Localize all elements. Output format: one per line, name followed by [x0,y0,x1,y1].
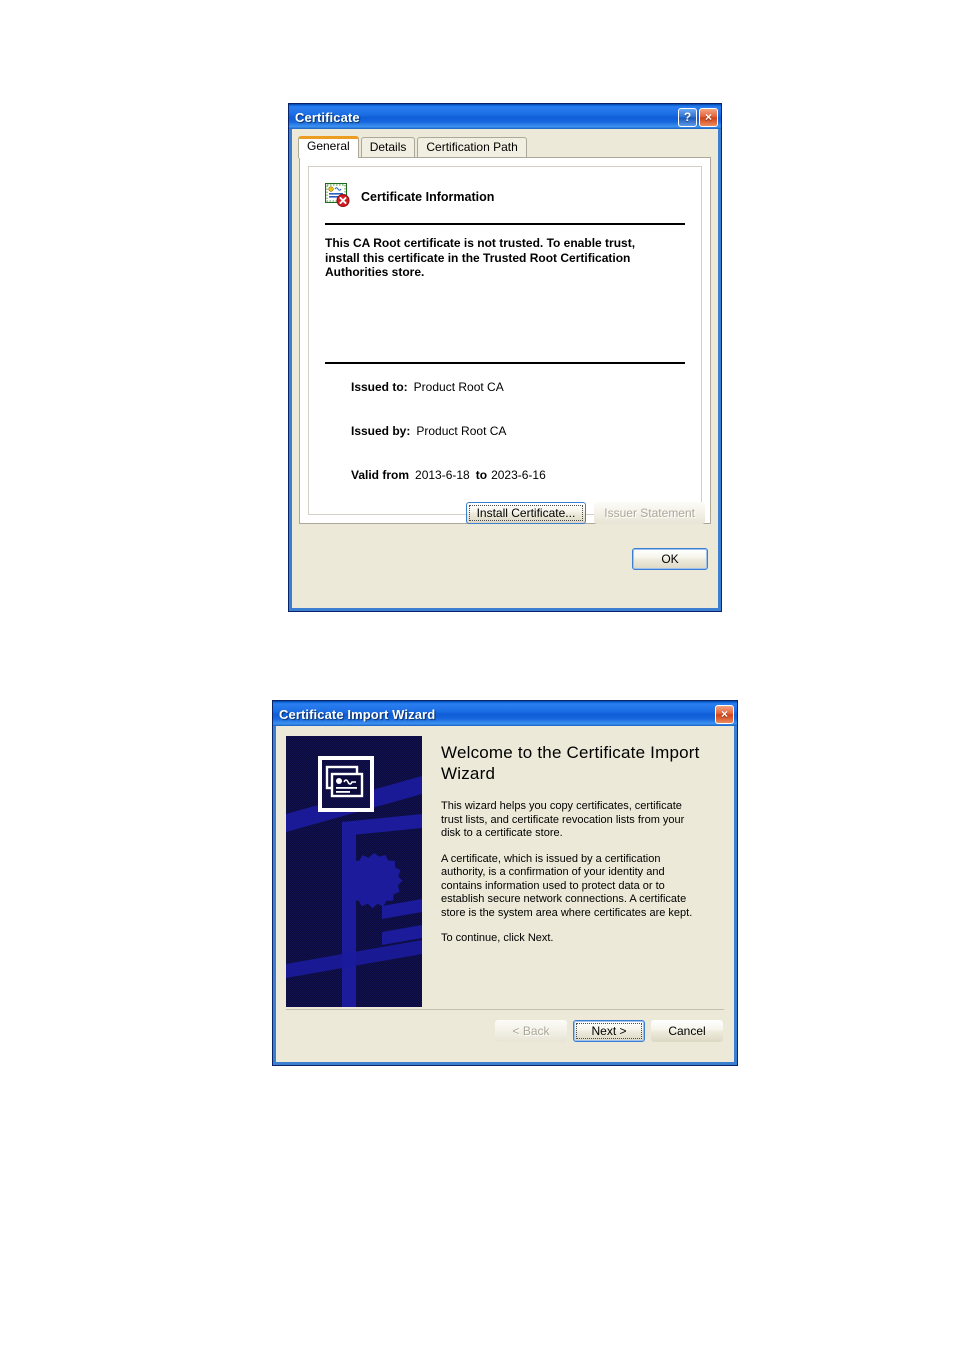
valid-from-row: Valid from 2013-6-18 to 2023-6-16 [351,468,685,482]
tab-general[interactable]: General [298,136,359,158]
issuer-statement-button: Issuer Statement [594,502,705,524]
wizard-body: Welcome to the Certificate Import Wizard… [276,726,734,1009]
close-icon[interactable]: × [699,107,718,127]
window-controls: ? × [678,107,718,127]
certificate-info-box: Certificate Information This CA Root cer… [308,166,702,515]
certificate-dialog-titlebar[interactable]: Certificate ? × [289,104,721,129]
wizard-paragraph-3: To continue, click Next. [441,932,554,944]
install-certificate-button[interactable]: Install Certificate... [465,502,587,524]
cancel-button[interactable]: Cancel [651,1020,723,1042]
certificate-fields-divider [325,361,685,364]
tab-details[interactable]: Details [360,137,416,157]
close-glyph: × [720,707,728,721]
issued-to-row: Issued to: Product Root CA [351,380,685,394]
certificate-info-header: Certificate Information [325,181,685,213]
certificate-wizard-watermark [286,736,422,1007]
issued-by-row: Issued by: Product Root CA [351,424,685,438]
certificate-trust-warning: This CA Root certificate is not trusted.… [325,236,636,279]
wizard-window-controls: × [715,704,734,724]
issued-to-value: Product Root CA [413,379,504,394]
certificate-dialog-frame: General Details Certification Path Certi… [289,129,721,611]
certificate-tabstrip: General Details Certification Path [292,129,718,158]
certificate-dialog-title: Certificate [295,109,360,125]
wizard-paragraph-1: This wizard helps you copy certificates,… [441,800,685,839]
wizard-frame: Welcome to the Certificate Import Wizard… [273,726,737,1065]
next-button[interactable]: Next > [573,1020,645,1042]
tab-certification-path[interactable]: Certification Path [417,137,527,157]
wizard-title: Certificate Import Wizard [279,706,436,722]
valid-from-value: 2013-6-18 [415,467,470,482]
certificate-dialog: Certificate ? × General Details Certific… [288,103,722,612]
certificate-general-panel: Certificate Information This CA Root cer… [299,157,711,524]
certificate-info-heading: Certificate Information [361,190,495,204]
close-glyph: × [704,110,712,124]
certificate-fields: Issued to: Product Root CA Issued by: Prod… [325,380,685,482]
valid-to-value: 2023-6-16 [491,467,546,482]
certificate-action-buttons: Install Certificate... Issuer Statement [289,502,721,524]
wizard-heading: Welcome to the Certificate Import Wizard [441,743,700,783]
issued-by-value: Product Root CA [416,423,507,438]
back-button: < Back [495,1020,567,1042]
help-icon[interactable]: ? [678,107,697,127]
help-glyph: ? [683,110,692,124]
valid-from-label: Valid from [351,467,410,482]
certificate-import-wizard-dialog: Certificate Import Wizard × Welcome to t… [272,700,738,1066]
wizard-button-bar: < Back Next > Cancel [276,1010,734,1042]
issued-to-label: Issued to: [351,379,408,394]
certificate-header-divider [325,223,685,225]
valid-to-label: to [475,467,488,482]
certificate-invalid-icon [325,182,351,212]
close-icon[interactable]: × [715,704,734,724]
wizard-titlebar[interactable]: Certificate Import Wizard × [273,701,737,726]
certificate-ok-row: OK [289,548,721,570]
issued-by-label: Issued by: [351,423,411,438]
wizard-content: Welcome to the Certificate Import Wizard… [422,736,724,1009]
wizard-paragraph-2: A certificate, which is issued by a cert… [441,852,693,919]
ok-button[interactable]: OK [632,548,708,570]
